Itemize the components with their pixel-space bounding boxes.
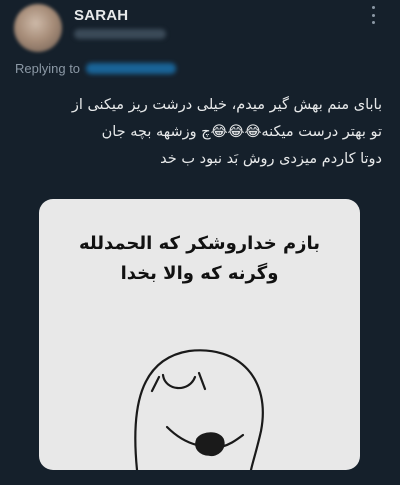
author-handle-blurred[interactable]	[74, 29, 166, 39]
tweet-media-image[interactable]: بازم خداروشکر که الحمدلله وگرنه که والا …	[39, 199, 360, 470]
tweet-line: بابای منم بهش گیر میدم، خیلی درشت ریز می…	[71, 97, 382, 113]
tweet-line: تو بهتر درست میکنه😂😂😂چ وزشهه بچه جان	[101, 124, 382, 140]
tweet-view: SARAH Replying to بابای منم بهش گیر میدم…	[0, 0, 400, 485]
replying-to-handle[interactable]	[86, 63, 176, 74]
tweet-text: بابای منم بهش گیر میدم، خیلی درشت ریز می…	[22, 92, 382, 173]
meme-drawing	[134, 349, 264, 470]
replying-to-label: Replying to	[15, 61, 81, 76]
more-options-icon[interactable]	[366, 6, 380, 24]
author-name[interactable]: SARAH	[74, 7, 128, 24]
avatar[interactable]	[14, 4, 62, 52]
tweet-line: دوتا کاردم میزدی روش بَد نبود ب خد	[160, 151, 382, 167]
